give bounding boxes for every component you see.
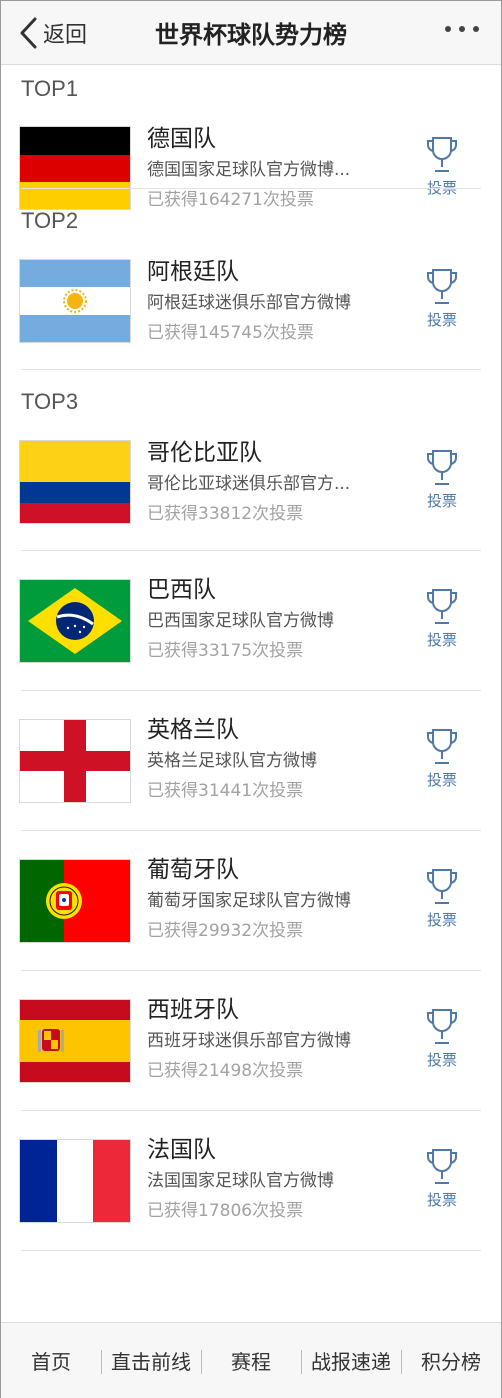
team-info: 葡萄牙队 葡萄牙国家足球队官方微博 已获得29932次投票 — [147, 854, 351, 946]
vote-count: 已获得29932次投票 — [147, 921, 304, 941]
vote-count: 已获得145745次投票 — [147, 323, 314, 343]
france-flag-icon — [20, 1140, 130, 1222]
vote-button[interactable]: 投票 — [421, 1147, 463, 1210]
trophy-icon — [427, 729, 457, 764]
vote-button[interactable]: 投票 — [421, 1007, 463, 1070]
team-desc: 法国国家足球队官方微博 — [147, 1171, 334, 1191]
vote-label: 投票 — [426, 311, 457, 329]
vote-button[interactable]: 投票 — [421, 448, 463, 511]
vote-count: 已获得31441次投票 — [147, 781, 304, 801]
trophy-icon — [427, 450, 457, 485]
team-info: 阿根廷队 阿根廷球迷俱乐部官方微博 已获得145745次投票 — [147, 256, 351, 348]
trophy-icon — [427, 1009, 457, 1044]
divider — [21, 1250, 481, 1251]
team-desc: 巴西国家足球队官方微博 — [147, 611, 334, 631]
vote-label: 投票 — [426, 492, 457, 510]
vote-count: 已获得17806次投票 — [147, 1201, 304, 1221]
tab-reports[interactable]: 战报速递 — [301, 1346, 401, 1375]
more-dots-icon[interactable] — [445, 26, 479, 32]
team-info: 西班牙队 西班牙球迷俱乐部官方微博 已获得21498次投票 — [147, 994, 351, 1086]
vote-label: 投票 — [426, 1191, 457, 1209]
tab-schedule[interactable]: 赛程 — [201, 1346, 301, 1375]
list-item[interactable]: 葡萄牙队 葡萄牙国家足球队官方微博 已获得29932次投票 投票 — [1, 831, 501, 971]
vote-label: 投票 — [426, 771, 457, 789]
vote-label: 投票 — [426, 911, 457, 929]
page-title: 世界杯球队势力榜 — [155, 21, 347, 49]
vote-count: 已获得33812次投票 — [147, 504, 304, 524]
brazil-flag-icon — [20, 580, 130, 662]
team-desc: 哥伦比亚球迷俱乐部官方... — [147, 474, 351, 494]
vote-label: 投票 — [426, 1051, 457, 1069]
trophy-icon — [427, 1149, 457, 1184]
bottom-tab-bar: 首页 直击前线 赛程 战报速递 积分榜 — [1, 1322, 501, 1398]
team-name: 英格兰队 — [147, 717, 239, 743]
team-info: 法国队 法国国家足球队官方微博 已获得17806次投票 — [147, 1134, 334, 1226]
list-item[interactable]: 法国队 法国国家足球队官方微博 已获得17806次投票 投票 — [1, 1111, 501, 1251]
vote-button[interactable]: 投票 — [421, 587, 463, 650]
rank-label: TOP1 — [21, 76, 79, 101]
team-desc: 德国国家足球队官方微博... — [147, 160, 351, 180]
team-desc: 西班牙球迷俱乐部官方微博 — [147, 1031, 351, 1051]
team-name: 哥伦比亚队 — [147, 440, 262, 466]
team-name: 巴西队 — [147, 577, 216, 603]
trophy-icon — [427, 589, 457, 624]
list-item[interactable]: TOP3 哥伦比亚队 哥伦比亚球迷俱乐部官方... 已获得33812次投票 投票 — [1, 370, 501, 551]
team-info: 哥伦比亚队 哥伦比亚球迷俱乐部官方... 已获得33812次投票 — [147, 437, 350, 529]
vote-label: 投票 — [426, 631, 457, 649]
list-item[interactable]: 巴西队 巴西国家足球队官方微博 已获得33175次投票 投票 — [1, 551, 501, 691]
colombia-flag-icon — [20, 441, 130, 523]
team-name: 德国队 — [147, 126, 216, 152]
rank-label: TOP2 — [21, 208, 79, 233]
vote-count: 已获得33175次投票 — [147, 641, 304, 661]
team-info: 英格兰队 英格兰足球队官方微博 已获得31441次投票 — [147, 714, 317, 806]
argentina-flag-icon — [20, 260, 130, 342]
team-name: 西班牙队 — [147, 997, 239, 1023]
portugal-flag-icon — [20, 860, 130, 942]
team-name: 阿根廷队 — [147, 259, 239, 285]
nav-header: 返回 世界杯球队势力榜 — [1, 1, 501, 65]
spain-flag-icon — [20, 1000, 130, 1082]
england-flag-icon — [20, 720, 130, 802]
list-item[interactable]: TOP1 德国队 德国国家足球队官方微博... 已获得164271次投票 投票 — [1, 65, 501, 210]
team-list: TOP1 德国队 德国国家足球队官方微博... 已获得164271次投票 投票 … — [1, 65, 501, 1251]
list-item[interactable]: TOP2 阿根廷队 阿根廷球迷俱乐部官方微博 已获得145745次投票 投票 — [1, 189, 501, 370]
trophy-icon — [427, 269, 457, 304]
tab-standings[interactable]: 积分榜 — [401, 1346, 501, 1375]
list-item[interactable]: 英格兰队 英格兰足球队官方微博 已获得31441次投票 投票 — [1, 691, 501, 831]
team-info: 巴西队 巴西国家足球队官方微博 已获得33175次投票 — [147, 574, 334, 666]
trophy-icon — [427, 137, 457, 172]
tab-frontline[interactable]: 直击前线 — [101, 1346, 201, 1375]
tab-home[interactable]: 首页 — [1, 1346, 101, 1375]
vote-button[interactable]: 投票 — [421, 267, 463, 330]
team-desc: 阿根廷球迷俱乐部官方微博 — [147, 293, 351, 313]
list-item[interactable]: 西班牙队 西班牙球迷俱乐部官方微博 已获得21498次投票 投票 — [1, 971, 501, 1111]
team-name: 法国队 — [147, 1137, 216, 1163]
vote-count: 已获得21498次投票 — [147, 1061, 304, 1081]
vote-button[interactable]: 投票 — [421, 727, 463, 790]
vote-button[interactable]: 投票 — [421, 867, 463, 930]
team-desc: 英格兰足球队官方微博 — [147, 751, 317, 771]
team-name: 葡萄牙队 — [147, 857, 239, 883]
team-desc: 葡萄牙国家足球队官方微博 — [147, 891, 351, 911]
rank-label: TOP3 — [21, 389, 79, 414]
trophy-icon — [427, 869, 457, 904]
